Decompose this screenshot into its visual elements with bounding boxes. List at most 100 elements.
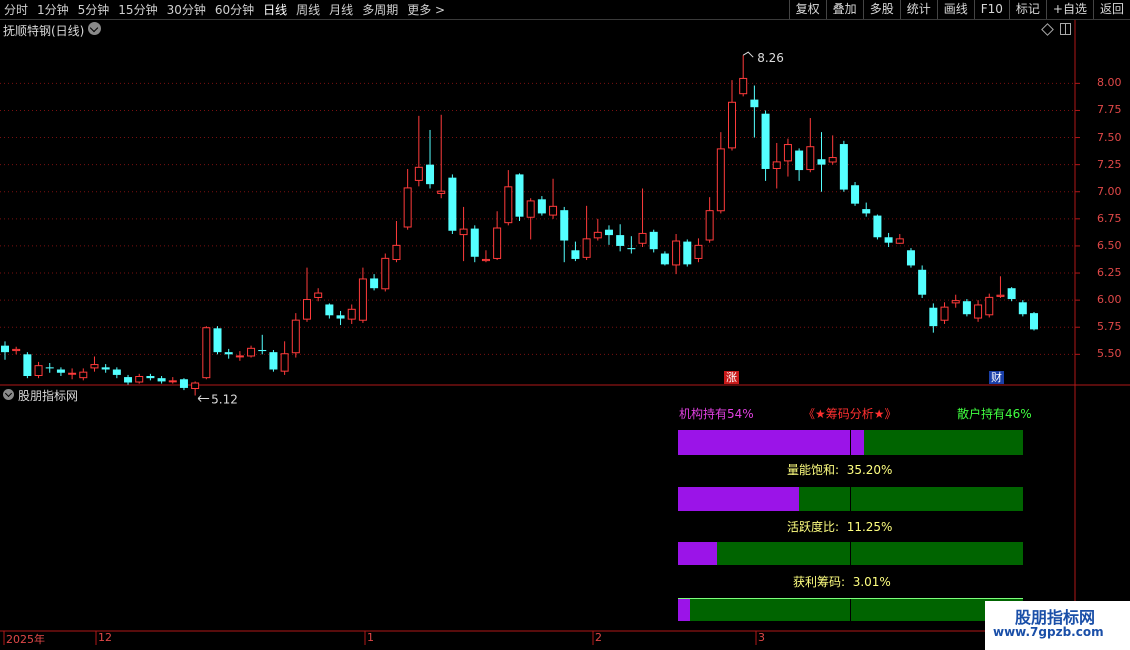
candle-body bbox=[191, 382, 200, 390]
activity-ratio-label: 活跃度比: 11.25% bbox=[787, 520, 893, 534]
candle-body bbox=[604, 229, 613, 236]
time-tick-label: 2 bbox=[595, 631, 602, 644]
candle-body bbox=[101, 367, 110, 370]
candle-body bbox=[336, 315, 345, 319]
high-price-label: 8.26 bbox=[757, 51, 784, 65]
candle-body bbox=[493, 227, 502, 259]
candle-body bbox=[683, 241, 692, 265]
candle-body bbox=[314, 292, 323, 298]
candle-body bbox=[918, 269, 927, 295]
candle-body bbox=[179, 379, 188, 388]
price-tick-label: 5.50 bbox=[1097, 347, 1122, 361]
candle-body bbox=[1, 345, 9, 353]
candle-body bbox=[772, 161, 781, 169]
price-tick-label: 7.50 bbox=[1097, 130, 1122, 144]
candle-body bbox=[12, 348, 21, 352]
activity-ratio-bar bbox=[678, 542, 1023, 565]
candle-body bbox=[560, 210, 569, 241]
candle-body bbox=[157, 378, 166, 382]
candle-body bbox=[873, 215, 882, 238]
profit-chips-label: 获利筹码: 3.01% bbox=[793, 575, 891, 589]
price-tick-label: 7.25 bbox=[1097, 157, 1122, 171]
candle-body bbox=[627, 248, 636, 250]
candle-body bbox=[974, 304, 983, 319]
candle-body bbox=[962, 301, 971, 315]
volume-saturation-label: 量能饱和: 35.20% bbox=[787, 463, 893, 477]
candle-body bbox=[884, 237, 893, 243]
candle-body bbox=[1030, 313, 1038, 330]
candle-body bbox=[951, 300, 960, 304]
price-tick-label: 6.50 bbox=[1097, 238, 1122, 252]
candle-body bbox=[739, 77, 748, 95]
candle-body bbox=[817, 159, 826, 165]
candle-body bbox=[985, 296, 994, 316]
candle-body bbox=[929, 307, 938, 327]
candle-body bbox=[906, 250, 915, 266]
candle-body bbox=[34, 365, 43, 376]
candle-body bbox=[616, 235, 625, 246]
candle-body bbox=[302, 299, 311, 320]
candle-body bbox=[537, 199, 546, 214]
candle-body bbox=[79, 371, 88, 379]
time-tick-label: 1 bbox=[367, 631, 374, 644]
time-tick-label: 3 bbox=[758, 631, 765, 644]
candle-body bbox=[347, 308, 356, 320]
candle-body bbox=[381, 257, 390, 290]
candle-body bbox=[549, 205, 558, 216]
candle-body bbox=[660, 253, 669, 265]
price-tick-label: 6.75 bbox=[1097, 211, 1122, 225]
candle-body bbox=[124, 377, 133, 383]
candle-body bbox=[235, 355, 244, 358]
high-arrow bbox=[742, 51, 754, 58]
candle-body bbox=[638, 232, 647, 244]
candle-body bbox=[247, 347, 256, 357]
candle-body bbox=[806, 146, 815, 171]
watermark-url: www.7gpzb.com bbox=[993, 625, 1104, 639]
bar-midline bbox=[850, 487, 851, 511]
bar-fill bbox=[678, 599, 691, 621]
candle-body bbox=[392, 244, 401, 261]
candle-body bbox=[582, 238, 591, 258]
profit-chips-bar bbox=[678, 598, 1023, 621]
candle-body bbox=[437, 190, 446, 194]
candle-body bbox=[135, 376, 144, 383]
candle-body bbox=[750, 99, 759, 108]
candle-body bbox=[45, 367, 54, 369]
candle-body bbox=[783, 144, 792, 162]
candle-body bbox=[280, 353, 289, 372]
price-tick-label: 6.00 bbox=[1097, 293, 1122, 307]
bar-fill bbox=[678, 430, 865, 455]
candle-body bbox=[515, 174, 524, 217]
site-watermark: 股朋指标网 www.7gpzb.com bbox=[985, 601, 1130, 650]
chevron-down-icon[interactable] bbox=[3, 389, 14, 400]
low-price-label: 5.12 bbox=[211, 393, 238, 407]
low-arrow bbox=[197, 395, 210, 402]
candle-body bbox=[862, 209, 871, 214]
volume-saturation-bar bbox=[678, 487, 1023, 511]
candle-body bbox=[694, 244, 703, 259]
candle-body bbox=[426, 164, 435, 185]
candle-body bbox=[146, 376, 155, 379]
candle-body bbox=[414, 166, 423, 181]
bar-midline bbox=[850, 599, 851, 621]
rise-marker[interactable]: 涨 bbox=[724, 371, 739, 384]
candle-body bbox=[895, 238, 904, 244]
candle-body bbox=[112, 369, 121, 375]
candle-body bbox=[795, 150, 804, 171]
candle-body bbox=[839, 144, 848, 190]
candle-body bbox=[593, 231, 602, 239]
candle-body bbox=[481, 258, 490, 262]
candle-body bbox=[716, 148, 725, 212]
price-tick-label: 8.00 bbox=[1097, 76, 1122, 90]
candle-body bbox=[224, 352, 233, 355]
bar-fill bbox=[678, 542, 717, 565]
candle-body bbox=[705, 210, 714, 241]
price-tick-label: 7.00 bbox=[1097, 184, 1122, 198]
candle-body bbox=[325, 304, 334, 316]
candle-body bbox=[526, 200, 535, 218]
candle-body bbox=[1018, 302, 1027, 315]
candle-body bbox=[459, 228, 468, 236]
finance-marker[interactable]: 财 bbox=[989, 371, 1004, 384]
candle-body bbox=[672, 240, 681, 266]
retail-holding-label: 散户持有46% bbox=[957, 407, 1032, 421]
